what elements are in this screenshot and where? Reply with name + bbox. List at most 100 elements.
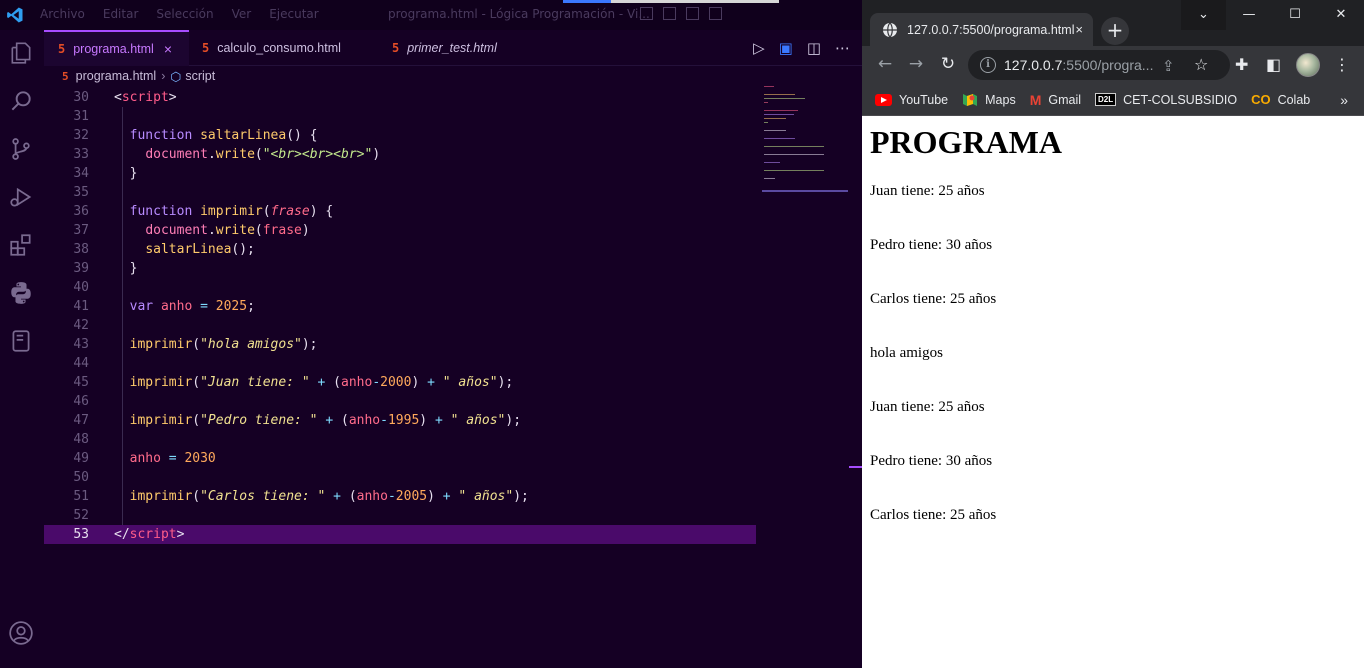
- side-panel-icon[interactable]: ◧: [1266, 55, 1281, 74]
- code-token: =: [200, 299, 208, 314]
- minimap-line: [764, 138, 796, 139]
- minimap-line: [764, 114, 794, 115]
- code-line[interactable]: 52: [44, 506, 756, 525]
- bookmark-colab[interactable]: CO Colab: [1251, 92, 1310, 107]
- menu-item[interactable]: Archivo: [40, 7, 85, 21]
- code-line[interactable]: 41 var anho = 2025;: [44, 297, 756, 316]
- code-line[interactable]: 38 saltarLinea();: [44, 240, 756, 259]
- code-line[interactable]: 43 imprimir("hola amigos");: [44, 335, 756, 354]
- explorer-icon[interactable]: [8, 40, 34, 66]
- customize-layout-icon[interactable]: [709, 7, 722, 20]
- tab-search-icon[interactable]: ⌄: [1181, 0, 1226, 30]
- minimize-icon[interactable]: —: [1226, 0, 1272, 30]
- toggle-sidebar-icon[interactable]: [640, 7, 653, 20]
- browser-tab[interactable]: 127.0.0.7:5500/programa.html ×: [870, 13, 1093, 46]
- code-line[interactable]: 33 document.write("<br><br><br>"): [44, 145, 756, 164]
- tab-programa-html[interactable]: 5 programa.html ×: [44, 30, 189, 66]
- code-line[interactable]: 51 imprimir("Carlos tiene: " + (anho-200…: [44, 487, 756, 506]
- minimap[interactable]: [762, 86, 852, 194]
- code-line[interactable]: 30 <script>: [44, 88, 756, 107]
- site-info-icon[interactable]: i: [980, 57, 996, 73]
- notebook-icon[interactable]: [8, 328, 34, 354]
- minimap-line: [764, 102, 768, 103]
- run-debug-icon[interactable]: [8, 184, 34, 210]
- profile-avatar[interactable]: [1296, 53, 1320, 77]
- menu-item[interactable]: Ejecutar: [269, 7, 319, 21]
- more-actions-icon[interactable]: ⋯: [835, 39, 850, 57]
- line-number: 41: [73, 299, 89, 314]
- code-token: (: [192, 489, 201, 504]
- maximize-icon[interactable]: ☐: [1272, 0, 1318, 30]
- split-editor-icon[interactable]: ◫: [807, 39, 821, 57]
- code-token: (: [192, 337, 201, 352]
- code-line[interactable]: 47 imprimir("Pedro tiene: " + (anho-1995…: [44, 411, 756, 430]
- forward-icon[interactable]: →: [905, 54, 927, 74]
- colab-icon: CO: [1251, 92, 1271, 107]
- line-number: 53: [73, 527, 89, 542]
- bookmark-star-icon[interactable]: ☆: [1194, 55, 1208, 74]
- code-line[interactable]: 32 function saltarLinea() {: [44, 126, 756, 145]
- close-window-icon[interactable]: ✕: [1318, 0, 1364, 30]
- minimap-slider[interactable]: [762, 190, 848, 192]
- code-line[interactable]: 46: [44, 392, 756, 411]
- code-token: write: [215, 147, 255, 162]
- menu-item[interactable]: Selección: [156, 7, 213, 21]
- code-line[interactable]: 40: [44, 278, 756, 297]
- accounts-icon[interactable]: [8, 620, 34, 646]
- output-line: Carlos tiene: 25 años: [870, 291, 997, 307]
- breadcrumb-symbol[interactable]: script: [185, 69, 215, 83]
- d2l-icon: D2L: [1095, 93, 1117, 106]
- search-icon[interactable]: [8, 88, 34, 114]
- share-icon[interactable]: ⇪: [1162, 57, 1175, 75]
- chrome-menu-icon[interactable]: ⋮: [1334, 55, 1350, 74]
- menu-item[interactable]: Editar: [103, 7, 139, 21]
- bookmark-maps[interactable]: Maps: [962, 92, 1016, 108]
- bookmark-label: Maps: [985, 92, 1016, 107]
- code-line[interactable]: 34 }: [44, 164, 756, 183]
- bookmark-youtube[interactable]: YouTube: [875, 93, 948, 107]
- code-line[interactable]: 39 }: [44, 259, 756, 278]
- code-line[interactable]: 49 anho = 2030: [44, 449, 756, 468]
- code-line[interactable]: 50: [44, 468, 756, 487]
- go-live-icon[interactable]: ▣: [779, 39, 793, 57]
- extensions-puzzle-icon[interactable]: ✚: [1235, 55, 1248, 74]
- code-token: "Carlos tiene: ": [200, 489, 326, 504]
- code-line[interactable]: 36 function imprimir(frase) {: [44, 202, 756, 221]
- back-icon[interactable]: ←: [874, 54, 896, 74]
- code-line[interactable]: 35: [44, 183, 756, 202]
- reload-icon[interactable]: ↻: [937, 54, 959, 74]
- new-tab-button[interactable]: +: [1101, 17, 1129, 45]
- bookmarks-overflow-icon[interactable]: »: [1340, 92, 1348, 108]
- code-line[interactable]: 53 </script>: [44, 525, 756, 544]
- chrome-window: 127.0.0.7:5500/programa.html × + ⌄ — ☐ ✕…: [862, 0, 1364, 668]
- close-tab-icon[interactable]: ×: [164, 41, 172, 57]
- code-line[interactable]: 48: [44, 430, 756, 449]
- code-line[interactable]: 42: [44, 316, 756, 335]
- toggle-secondary-sidebar-icon[interactable]: [686, 7, 699, 20]
- source-control-icon[interactable]: [8, 136, 34, 162]
- code-editor[interactable]: 30 <script> 31 32 function saltarLinea() {3…: [44, 88, 756, 548]
- code-text: imprimir("Juan tiene: " + (anho-2000) + …: [114, 373, 514, 392]
- toggle-panel-icon[interactable]: [663, 7, 676, 20]
- code-line[interactable]: 44: [44, 354, 756, 373]
- code-token: anho: [356, 489, 388, 504]
- breadcrumb-file[interactable]: programa.html: [76, 69, 157, 83]
- close-tab-icon[interactable]: ×: [1075, 22, 1083, 37]
- menu-item[interactable]: Ver: [232, 7, 252, 21]
- extensions-icon[interactable]: [8, 232, 34, 258]
- code-line[interactable]: 45 imprimir("Juan tiene: " + (anho-2000)…: [44, 373, 756, 392]
- html5-icon: 5: [392, 41, 400, 55]
- run-icon[interactable]: ▷: [753, 39, 765, 57]
- code-line[interactable]: 31: [44, 107, 756, 126]
- python-icon[interactable]: [8, 280, 34, 306]
- bookmark-cet-colsubsidio[interactable]: D2L CET-COLSUBSIDIO: [1095, 93, 1237, 107]
- bookmark-gmail[interactable]: M Gmail: [1030, 92, 1081, 108]
- code-token: (: [254, 223, 263, 238]
- code-line[interactable]: 37 document.write(frase): [44, 221, 756, 240]
- tab-primer-test-html[interactable]: 5 primer_test.html: [392, 30, 552, 66]
- code-token: (: [192, 413, 201, 428]
- tab-calculo-consumo-html[interactable]: 5 calculo_consumo.html: [202, 30, 382, 66]
- address-bar[interactable]: i 127.0.0.7:5500/progra...: [968, 50, 1230, 80]
